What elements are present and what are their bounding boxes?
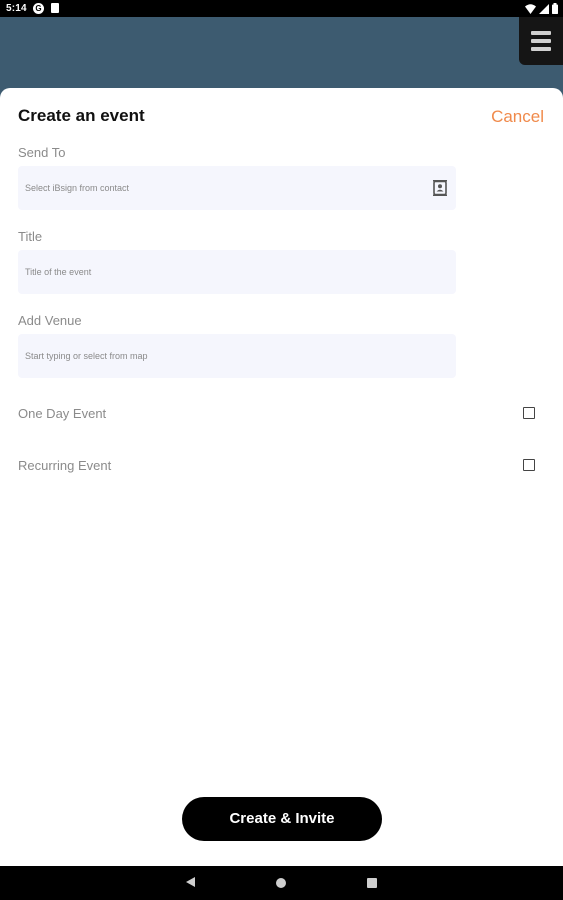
system-nav-bar [0, 866, 563, 900]
app-screen: 5:14 G Create an event Cancel Send To Se… [0, 0, 563, 900]
title-input[interactable] [18, 250, 456, 294]
back-icon[interactable] [186, 877, 195, 887]
one-day-event-label: One Day Event [18, 406, 107, 421]
battery-icon [552, 3, 558, 14]
sd-card-icon [51, 3, 59, 13]
home-icon[interactable] [276, 878, 286, 888]
one-day-event-checkbox[interactable] [523, 407, 535, 419]
app-header [0, 17, 563, 92]
status-time: 5:14 [6, 3, 27, 14]
hamburger-menu-icon[interactable] [519, 17, 563, 65]
send-to-field [18, 166, 456, 210]
title-field [18, 250, 456, 294]
wifi-icon [525, 3, 536, 14]
recurring-event-checkbox[interactable] [523, 459, 535, 471]
status-bar: 5:14 G [0, 0, 563, 17]
title-label: Title [18, 229, 43, 244]
venue-label: Add Venue [18, 313, 82, 328]
cancel-button[interactable]: Cancel [491, 107, 544, 127]
create-event-sheet: Create an event Cancel Send To Title Add… [0, 88, 563, 866]
recurring-event-label: Recurring Event [18, 458, 112, 473]
send-to-input[interactable] [18, 166, 456, 210]
contacts-icon[interactable] [433, 180, 447, 196]
signal-icon [539, 3, 549, 14]
menu-bar [531, 31, 551, 35]
recents-icon[interactable] [367, 878, 377, 888]
system-icons [525, 2, 558, 15]
g-icon: G [33, 3, 44, 14]
send-to-label: Send To [18, 145, 66, 160]
menu-bar [531, 39, 551, 43]
menu-bar [531, 47, 551, 51]
sheet-title: Create an event [18, 106, 145, 125]
venue-input[interactable] [18, 334, 456, 378]
venue-field [18, 334, 456, 378]
create-invite-button[interactable]: Create & Invite [182, 797, 382, 841]
